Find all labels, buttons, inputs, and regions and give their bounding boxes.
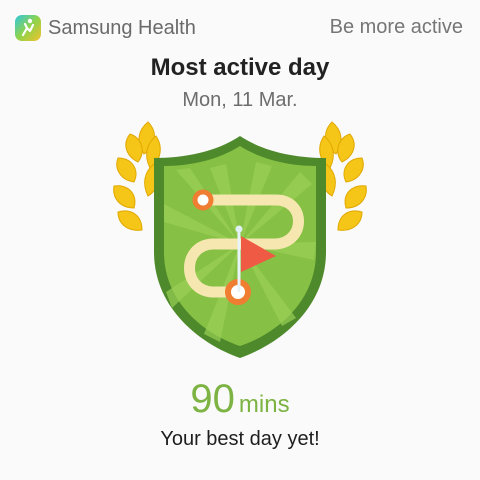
achievement-caption: Your best day yet! [160, 428, 320, 450]
route-start-marker [192, 189, 214, 211]
laurel-right-icon [319, 121, 367, 231]
samsung-health-icon [15, 15, 41, 41]
laurel-left-icon [113, 121, 161, 231]
flag-pole-top [235, 225, 243, 233]
achievement-title: Most active day [150, 54, 330, 81]
active-minutes-value: 90 [190, 377, 235, 421]
trophy-shield-flag-path-icon [113, 121, 367, 358]
app-name: Samsung Health [48, 17, 196, 39]
active-minutes-unit: mins [238, 391, 290, 418]
achievement-date: Mon, 11 Mar. [182, 89, 298, 111]
be-more-active-link[interactable]: Be more active [330, 15, 463, 39]
achievement-screen: Samsung Health Be more active Most activ… [0, 0, 480, 480]
app-header: Samsung Health Be more active [0, 0, 480, 56]
active-minutes: 90 mins [0, 376, 480, 431]
